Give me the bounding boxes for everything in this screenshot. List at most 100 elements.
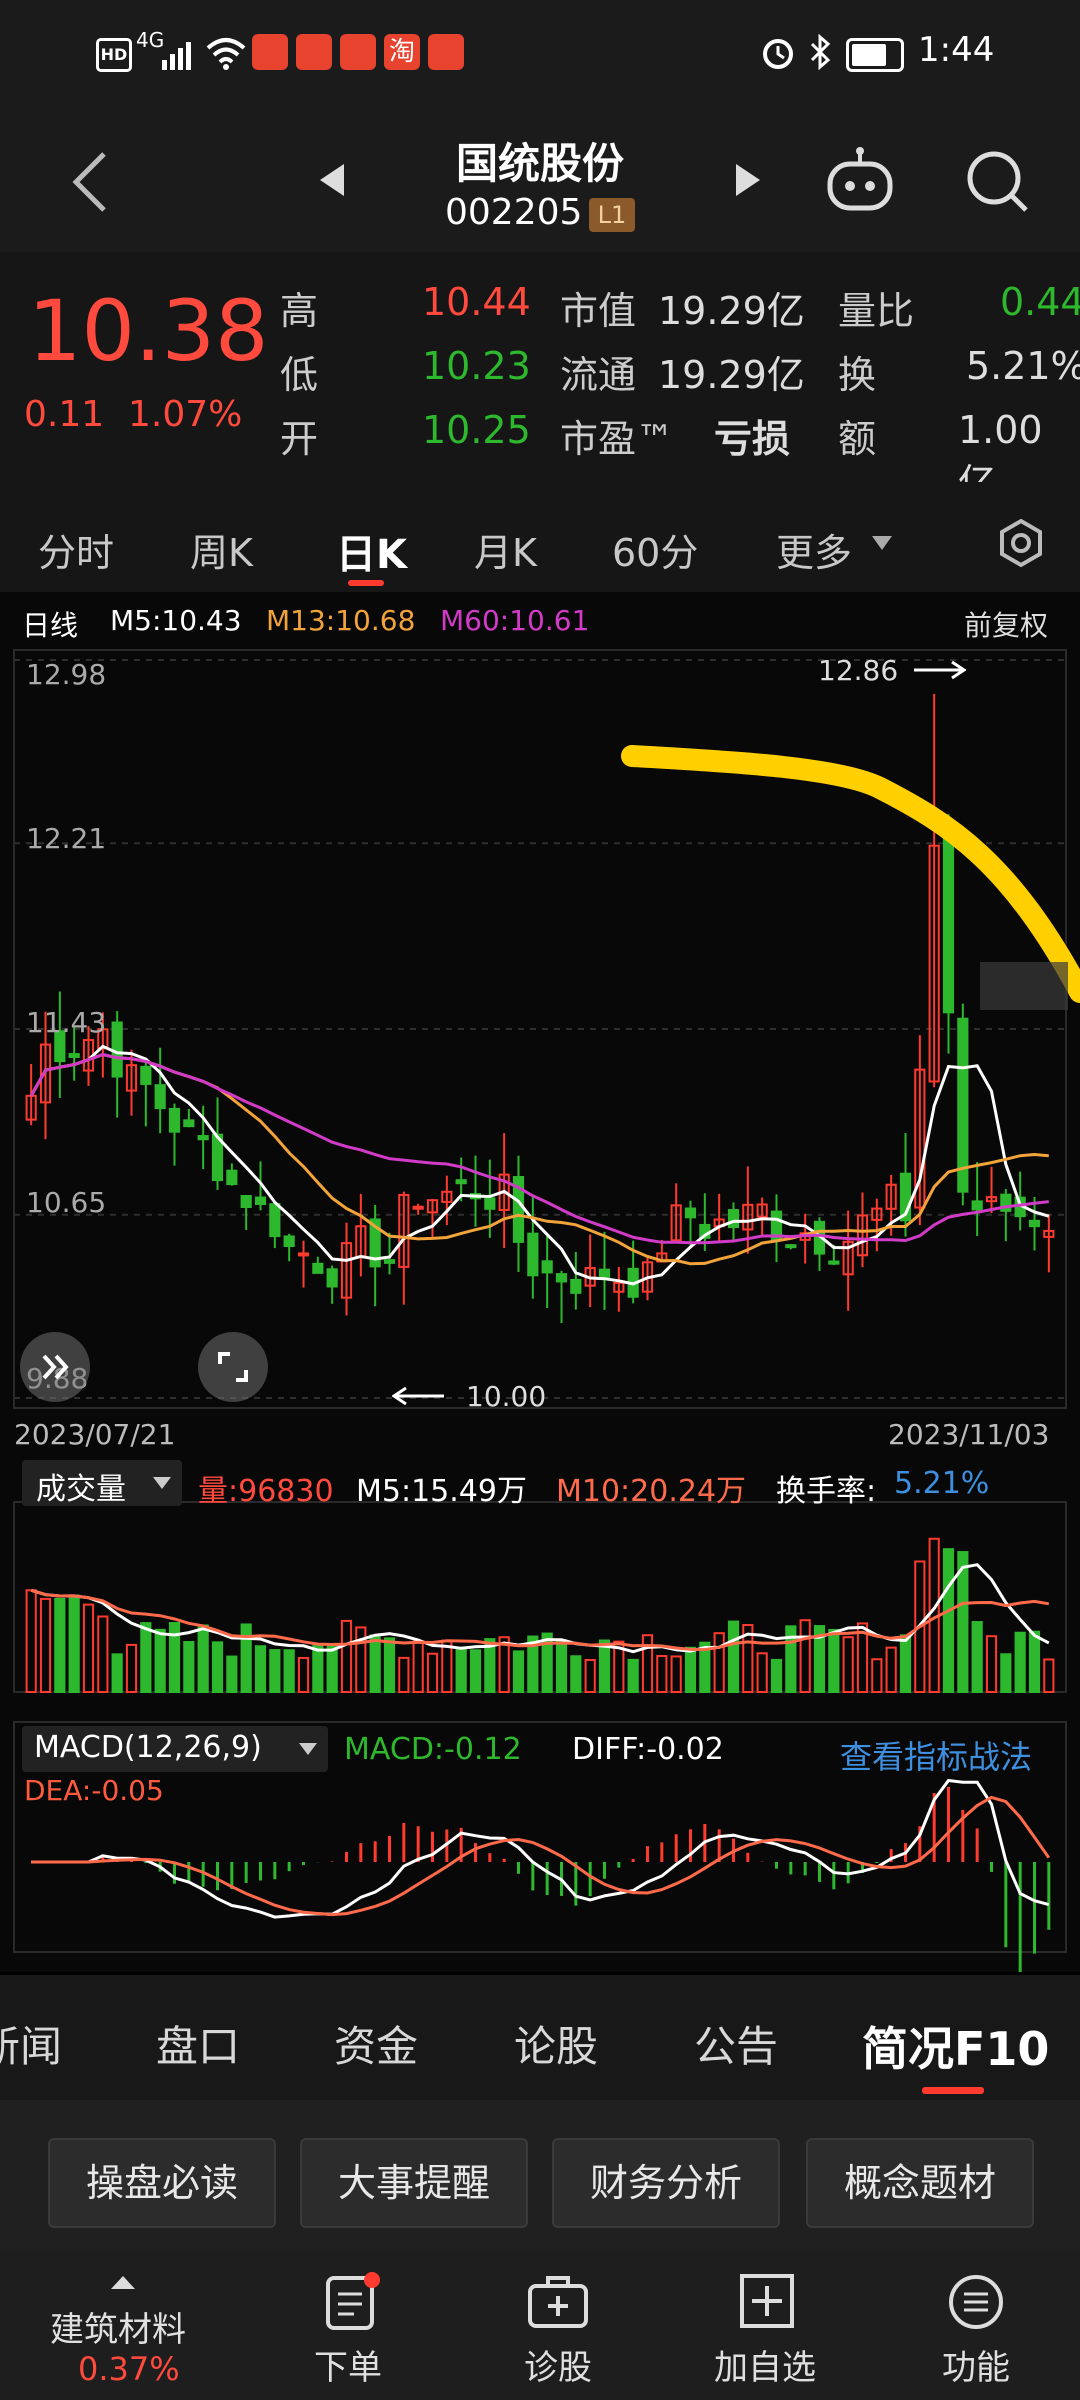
search-icon[interactable] bbox=[962, 146, 1032, 220]
chevron-down-icon bbox=[153, 1477, 171, 1489]
m5-line bbox=[29, 1044, 1050, 1286]
candle-body bbox=[183, 1119, 195, 1128]
volume-bar bbox=[469, 1649, 482, 1694]
volume-bar bbox=[598, 1639, 611, 1693]
volume-bar bbox=[455, 1646, 467, 1693]
arrow-right-icon bbox=[912, 658, 967, 686]
tab-news[interactable]: 新闻 bbox=[0, 2013, 62, 2074]
turnover-value: 5.21% bbox=[966, 344, 1080, 388]
volume-bar bbox=[226, 1655, 238, 1693]
volume-bar bbox=[441, 1639, 453, 1694]
robot-icon[interactable] bbox=[824, 146, 896, 218]
volume-selector[interactable]: 成交量 bbox=[22, 1460, 182, 1507]
tab-weekly[interactable]: 周K bbox=[190, 522, 253, 577]
candle-body bbox=[727, 1209, 740, 1229]
tab-more[interactable]: 更多 bbox=[776, 522, 852, 577]
date-start: 2023/07/21 bbox=[14, 1418, 176, 1451]
volume-bar bbox=[183, 1641, 195, 1693]
tab-monthly[interactable]: 月K bbox=[474, 522, 537, 577]
volume-bar bbox=[584, 1658, 596, 1693]
volume-value: 量:96830 bbox=[198, 1474, 334, 1509]
diagnose-icon[interactable] bbox=[526, 2274, 590, 2334]
volume-bar bbox=[684, 1646, 697, 1693]
tab-f10[interactable]: 简况F10 bbox=[862, 2013, 1049, 2079]
function-label[interactable]: 功能 bbox=[942, 2340, 1010, 2389]
volume-bar bbox=[885, 1646, 897, 1693]
trading-guide-button[interactable]: 操盘必读 bbox=[48, 2138, 276, 2228]
next-stock-icon[interactable] bbox=[734, 162, 762, 202]
macd-strategy-link[interactable]: 查看指标战法 bbox=[840, 1732, 1032, 1778]
menu-icon[interactable] bbox=[946, 2272, 1006, 2336]
candle-body bbox=[684, 1207, 697, 1219]
diff-line bbox=[31, 1778, 1050, 1919]
add-watchlist-icon[interactable] bbox=[738, 2272, 796, 2334]
tab-60min[interactable]: 60分 bbox=[612, 522, 698, 577]
quote-panel: 10.38 0.11 1.07% 高 10.44 低 10.23 开 10.25… bbox=[0, 252, 1080, 505]
chevron-down-icon bbox=[870, 534, 894, 556]
tab-intraday[interactable]: 分时 bbox=[38, 522, 114, 577]
candle-body bbox=[555, 1273, 568, 1283]
cursor-box bbox=[980, 962, 1068, 1010]
clock: 1:44 bbox=[918, 30, 995, 70]
volume-bar bbox=[1043, 1658, 1055, 1694]
low-value: 10.23 bbox=[422, 344, 531, 388]
candle-body bbox=[785, 1244, 797, 1249]
candle-body bbox=[383, 1259, 396, 1264]
order-icon[interactable] bbox=[322, 2272, 382, 2336]
volume-bar bbox=[871, 1658, 883, 1693]
volume-bar bbox=[297, 1656, 310, 1694]
chevron-up-icon bbox=[111, 2276, 135, 2289]
notification-icon bbox=[252, 34, 288, 70]
volume-bar bbox=[1028, 1630, 1041, 1694]
order-label[interactable]: 下单 bbox=[314, 2340, 382, 2389]
notification-icon bbox=[428, 34, 464, 70]
volume-bar bbox=[899, 1634, 912, 1694]
candle-body bbox=[957, 1017, 969, 1193]
volume-bar bbox=[254, 1645, 267, 1694]
volume-bar bbox=[125, 1643, 138, 1694]
y-tick: 10.65 bbox=[26, 1186, 107, 1219]
candle-body bbox=[326, 1268, 338, 1288]
volume-bar bbox=[240, 1623, 252, 1694]
concept-topic-button[interactable]: 概念题材 bbox=[806, 2138, 1034, 2228]
info-tabs: 新闻 盘口 资金 论股 公告 简况F10 bbox=[0, 1975, 1080, 2100]
wifi-icon bbox=[206, 36, 246, 74]
volume-bar bbox=[555, 1639, 568, 1693]
macd-selector[interactable]: MACD(12,26,9) bbox=[22, 1726, 328, 1772]
tab-capital[interactable]: 资金 bbox=[334, 2013, 418, 2074]
volume-bar bbox=[269, 1649, 281, 1693]
low-annotation: 10.00 bbox=[466, 1380, 547, 1413]
expand-sidebar-icon[interactable] bbox=[20, 1332, 90, 1402]
tab-daily[interactable]: 日K bbox=[336, 522, 407, 580]
tab-announcement[interactable]: 公告 bbox=[694, 2013, 778, 2074]
candle-body bbox=[68, 1053, 80, 1058]
turnover-rate-label: 换手率: bbox=[776, 1474, 877, 1509]
level-badge: L1 bbox=[589, 198, 635, 232]
candle-body bbox=[527, 1232, 539, 1277]
kline-tabs: 分时 周K 日K 月K 60分 更多 bbox=[0, 482, 1080, 592]
volume-bar bbox=[340, 1619, 353, 1693]
macd-name: MACD(12,26,9) bbox=[34, 1730, 262, 1765]
candle-body bbox=[570, 1278, 582, 1294]
float-label: 流通 bbox=[560, 353, 637, 397]
volume-bar bbox=[211, 1641, 224, 1694]
candle-body bbox=[197, 1135, 209, 1141]
tab-order-book[interactable]: 盘口 bbox=[156, 2013, 240, 2074]
fullscreen-icon[interactable] bbox=[198, 1332, 268, 1402]
tab-discussion[interactable]: 论股 bbox=[514, 2013, 598, 2074]
add-watchlist-label[interactable]: 加自选 bbox=[714, 2340, 816, 2389]
pe-label: 市盈™ bbox=[560, 417, 675, 461]
high-annotation: 12.86 bbox=[818, 654, 899, 687]
settings-icon[interactable] bbox=[996, 518, 1046, 572]
volume-bar bbox=[942, 1548, 955, 1693]
stock-name: 国统股份 bbox=[455, 139, 624, 188]
sector-button[interactable]: 建筑材料 0.37% bbox=[30, 2264, 220, 2394]
volume-m5: M5:15.49万 bbox=[356, 1474, 527, 1509]
diagnose-label[interactable]: 诊股 bbox=[524, 2340, 592, 2389]
financial-analysis-button[interactable]: 财务分析 bbox=[552, 2138, 780, 2228]
events-reminder-button[interactable]: 大事提醒 bbox=[300, 2138, 528, 2228]
volume-bar bbox=[197, 1624, 209, 1694]
volume-bar bbox=[68, 1594, 80, 1693]
volume-bar bbox=[369, 1634, 381, 1694]
current-price: 10.38 bbox=[28, 282, 269, 380]
